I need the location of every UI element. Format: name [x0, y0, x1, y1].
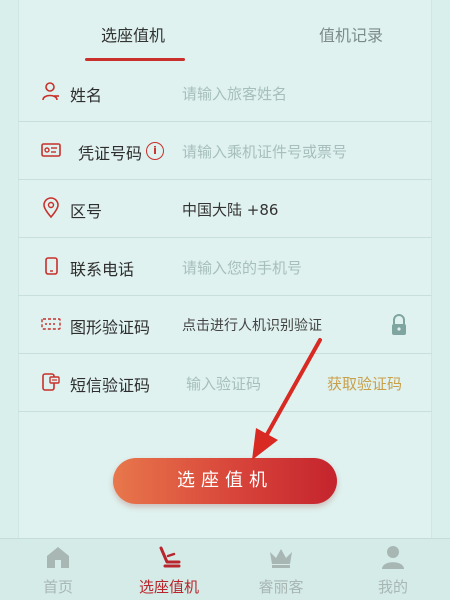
captcha-row[interactable]: 图形验证码 点击进行人机识别验证 [18, 296, 432, 354]
seat-checkin-button[interactable]: 选座值机 [113, 458, 337, 504]
sms-label: 短信验证码 [70, 376, 151, 395]
tabbar-label-member: 睿丽客 [258, 578, 304, 596]
captcha-verify[interactable]: 点击进行人机识别验证 [182, 315, 322, 335]
info-icon[interactable]: i [146, 142, 164, 160]
phone-input[interactable]: 请输入您的手机号 [182, 257, 302, 278]
phone-icon [45, 257, 58, 275]
sms-input[interactable]: 输入验证码 [186, 373, 261, 394]
tabbar-item-home[interactable]: 首页 [8, 539, 108, 600]
tab-checkin-record[interactable]: 值机记录 [319, 22, 383, 46]
bottom-tab-bar: 首页 选座值机 睿丽客 我的 [0, 538, 450, 600]
tabbar-label-home: 首页 [42, 578, 73, 596]
sms-phone-icon [42, 373, 60, 391]
tab-bar-top: 选座值机 值机记录 [19, 0, 431, 62]
home-icon [47, 547, 69, 568]
tabbar-item-member[interactable]: 睿丽客 [231, 539, 331, 600]
id-label: 凭证号码 [78, 144, 143, 163]
captcha-icon [41, 318, 61, 330]
location-pin-icon [43, 197, 59, 219]
name-input[interactable]: 请输入旅客姓名 [182, 83, 287, 104]
area-code-label: 区号 [70, 202, 103, 221]
id-row[interactable]: 凭证号码 i 请输入乘机证件号或票号 [18, 122, 432, 180]
tab-seat-checkin[interactable]: 选座值机 [101, 22, 165, 46]
crown-icon [270, 549, 292, 568]
name-label: 姓名 [70, 86, 103, 105]
seat-icon [159, 546, 181, 568]
id-card-icon [41, 143, 61, 157]
tabbar-item-mine[interactable]: 我的 [343, 539, 443, 600]
lock-icon [392, 314, 406, 335]
id-input[interactable]: 请输入乘机证件号或票号 [182, 141, 347, 162]
phone-label: 联系电话 [70, 260, 135, 279]
person-icon [42, 82, 59, 101]
tabbar-label-checkin: 选座值机 [138, 578, 199, 596]
tabbar-item-checkin[interactable]: 选座值机 [119, 539, 219, 600]
phone-row[interactable]: 联系电话 请输入您的手机号 [18, 238, 432, 296]
captcha-label: 图形验证码 [70, 318, 151, 337]
area-code-select[interactable]: 中国大陆 +86 [182, 199, 278, 220]
area-code-row[interactable]: 区号 中国大陆 +86 [18, 180, 432, 238]
sms-row[interactable]: 短信验证码 输入验证码 获取验证码 [18, 354, 432, 412]
active-tab-indicator [85, 58, 185, 61]
name-row[interactable]: 姓名 请输入旅客姓名 [18, 64, 432, 122]
user-icon [382, 546, 404, 569]
get-code-button[interactable]: 获取验证码 [327, 373, 402, 394]
tabbar-label-mine: 我的 [377, 578, 408, 596]
